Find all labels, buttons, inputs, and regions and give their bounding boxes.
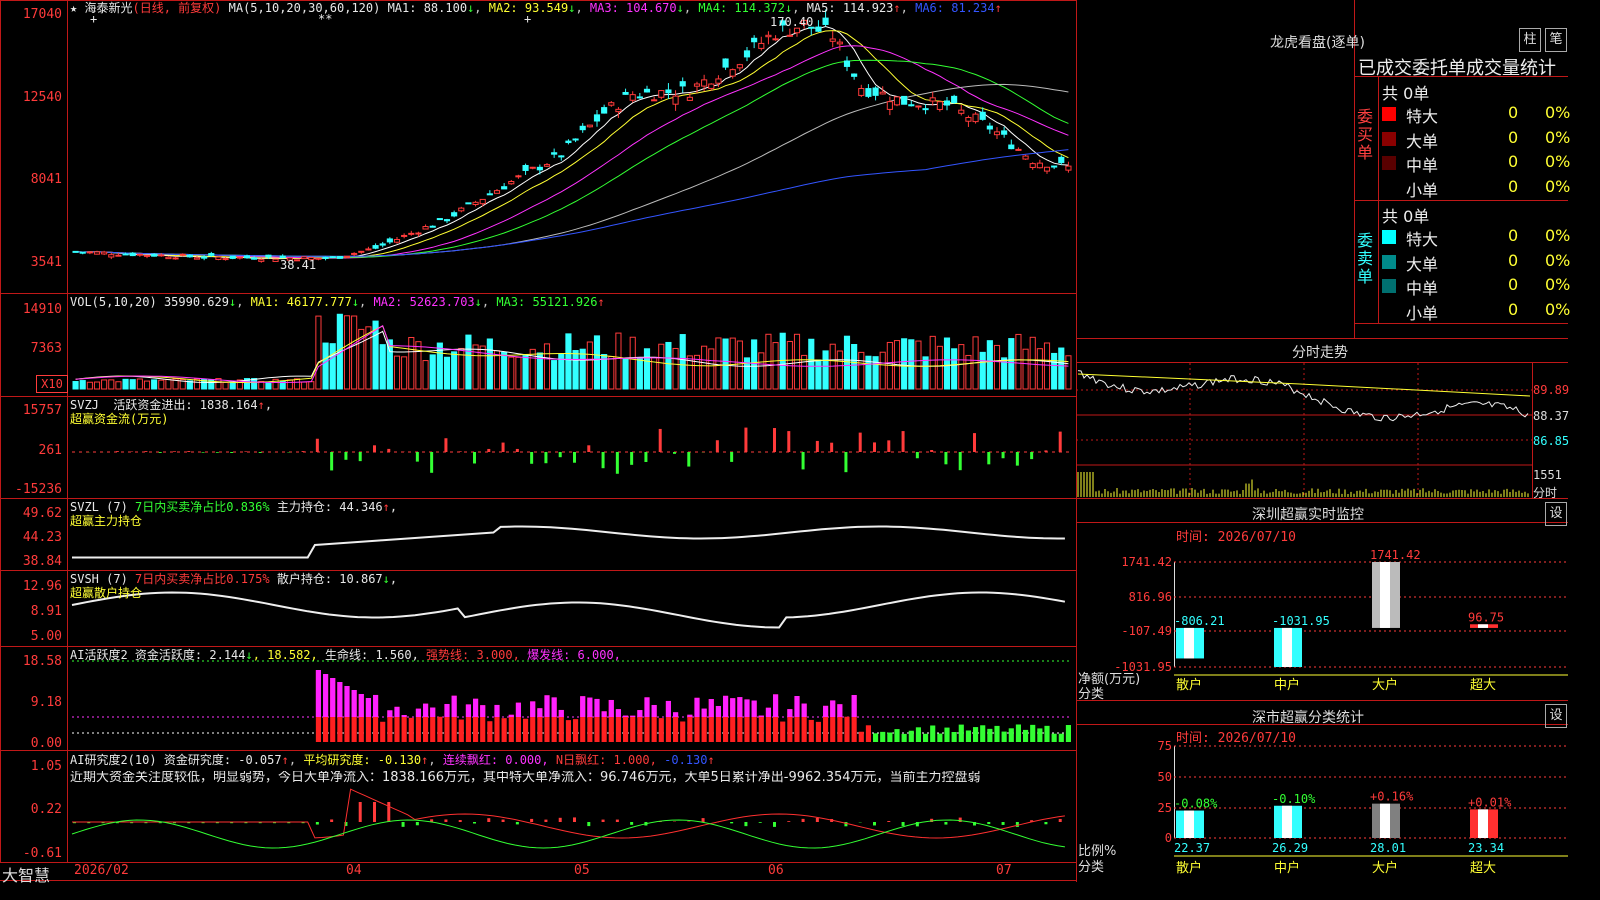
bar-bottom-value: 23.34 <box>1468 841 1504 855</box>
bar-bottom-value: 26.29 <box>1272 841 1308 855</box>
bar-category-label: 超大 <box>1470 861 1496 876</box>
bar-value-label: +0.16% <box>1370 790 1414 804</box>
bar-chart-tick: 75 <box>1158 739 1172 753</box>
bar-value-label: -0.10% <box>1272 792 1316 806</box>
bar-bottom-value: 28.01 <box>1370 841 1406 855</box>
bar-chart-tick: 0 <box>1165 831 1172 845</box>
bar-value-label: +0.01% <box>1468 795 1512 809</box>
bar-bottom-value: 22.37 <box>1174 841 1210 855</box>
bar-highlight-2 <box>1380 803 1390 838</box>
bar-highlight-3 <box>1478 809 1488 838</box>
bar-highlight-0 <box>1184 810 1194 838</box>
bar-chart-tick: 50 <box>1158 770 1172 784</box>
bar-highlight-1 <box>1282 805 1292 838</box>
bar-category-label: 散户 <box>1176 860 1202 876</box>
bar-category-label: 中户 <box>1274 860 1300 876</box>
bar-value-label: -0.08% <box>1174 797 1218 811</box>
classify-bar-chart: 75 50 25 0 -0.08% 22.37 散户 -0.10% 26.29 中户 +0.16% 2… <box>1158 739 1568 876</box>
bar-chart-tick: 25 <box>1158 801 1172 815</box>
bar-category-label: 大户 <box>1372 860 1398 876</box>
